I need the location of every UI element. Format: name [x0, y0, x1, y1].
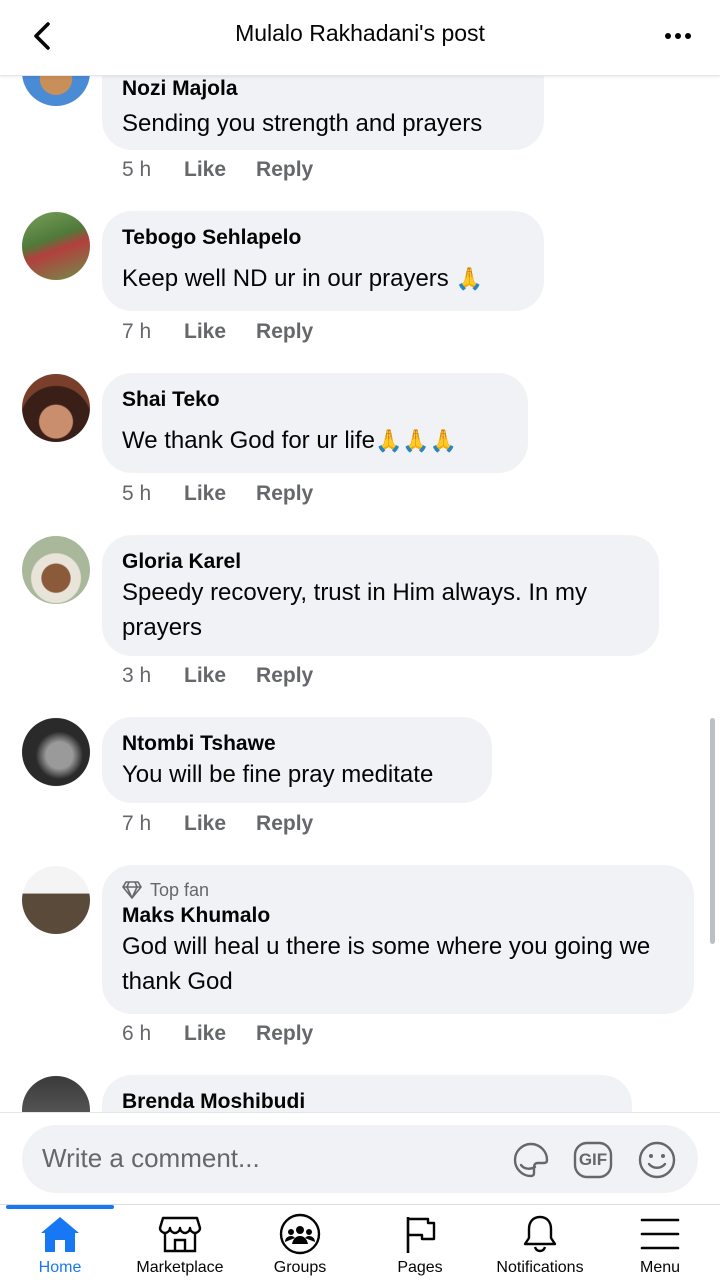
comment-text: Sending you strength and prayers [122, 110, 483, 137]
scrollbar[interactable] [710, 718, 715, 944]
tab-marketplace[interactable]: Marketplace [120, 1205, 240, 1280]
like-button[interactable]: Like [184, 1022, 226, 1046]
comment-bubble: Shai Teko We thank God for ur life🙏🙏🙏 [102, 373, 528, 473]
comment-text: Speedy recovery, trust in Him always. In… [122, 579, 588, 641]
tab-label: Notifications [496, 1259, 584, 1276]
comment-time: 7 h [122, 320, 152, 343]
comment-author[interactable]: Maks Khumalo [122, 903, 672, 929]
comment-composer: Write a comment... GIF [0, 1112, 720, 1204]
tab-label: Menu [639, 1259, 681, 1276]
avatar[interactable] [22, 1076, 90, 1112]
pray-emoji: 🙏 [455, 266, 483, 291]
comment-input-placeholder: Write a comment... [42, 1143, 260, 1173]
comment-actions: 5 h Like Reply [122, 158, 313, 182]
comment-author[interactable]: Nozi Majola [122, 76, 522, 102]
comment-time: 7 h [122, 812, 152, 835]
like-button[interactable]: Like [184, 664, 226, 688]
comment-author[interactable]: Gloria Karel [122, 549, 637, 575]
gif-icon[interactable]: GIF [572, 1139, 614, 1181]
comment-time: 5 h [122, 482, 152, 505]
bell-icon [518, 1213, 562, 1255]
tab-menu[interactable]: Menu [600, 1205, 720, 1280]
avatar[interactable] [22, 718, 90, 786]
home-icon [38, 1213, 82, 1255]
comment-text: We thank God for ur life🙏🙏🙏 [122, 427, 458, 454]
more-dots-icon [665, 33, 671, 39]
hamburger-icon [638, 1213, 682, 1255]
comment-actions: 6 h Like Reply [122, 1022, 313, 1046]
more-options-button[interactable] [658, 18, 698, 54]
pray-emoji: 🙏🙏🙏 [375, 428, 458, 453]
tab-groups[interactable]: Groups [240, 1205, 360, 1280]
reply-button[interactable]: Reply [256, 664, 313, 688]
like-button[interactable]: Like [184, 158, 226, 182]
comment-text: God will heal u there is some where you … [122, 933, 651, 995]
avatar[interactable] [22, 866, 90, 934]
marketplace-icon [158, 1213, 202, 1255]
comment-actions: 7 h Like Reply [122, 320, 313, 344]
top-bar: Mulalo Rakhadani's post [0, 0, 720, 76]
reply-button[interactable]: Reply [256, 482, 313, 506]
pages-flag-icon [398, 1213, 442, 1255]
page-title: Mulalo Rakhadani's post [235, 20, 485, 46]
comment-time: 5 h [122, 158, 152, 181]
avatar[interactable] [22, 536, 90, 604]
tab-notifications[interactable]: Notifications [480, 1205, 600, 1280]
like-button[interactable]: Like [184, 482, 226, 506]
diamond-icon [122, 881, 142, 899]
comment-actions: 5 h Like Reply [122, 482, 313, 506]
tab-label: Pages [397, 1259, 443, 1276]
groups-icon [278, 1213, 322, 1255]
comment-bubble: Tebogo Sehlapelo Keep well ND ur in our … [102, 211, 544, 311]
comment-author[interactable]: Tebogo Sehlapelo [122, 225, 522, 251]
tab-pages[interactable]: Pages [360, 1205, 480, 1280]
comment-input[interactable]: Write a comment... GIF [22, 1125, 698, 1193]
comments-list: Nozi Majola Sending you strength and pra… [0, 0, 720, 1112]
tab-home[interactable]: Home [0, 1205, 120, 1280]
comment-actions: 3 h Like Reply [122, 664, 313, 688]
comment-author[interactable]: Shai Teko [122, 387, 506, 413]
comment-bubble: Gloria Karel Speedy recovery, trust in H… [102, 535, 659, 656]
comment-author[interactable]: Ntombi Tshawe [122, 731, 470, 757]
comment-bubble: Brenda Moshibudi [102, 1075, 632, 1112]
emoji-icon[interactable] [636, 1139, 678, 1181]
tab-label: Home [38, 1259, 82, 1276]
reply-button[interactable]: Reply [256, 320, 313, 344]
top-fan-badge: Top fan [122, 879, 672, 901]
comment-text: Keep well ND ur in our prayers 🙏 [122, 265, 483, 292]
comment-text: You will be fine pray meditate [122, 761, 434, 788]
bottom-tab-bar: Home Marketplace Groups Pages Notificati… [0, 1204, 720, 1280]
sticker-icon[interactable] [510, 1139, 552, 1181]
reply-button[interactable]: Reply [256, 158, 313, 182]
comment-actions: 7 h Like Reply [122, 812, 313, 836]
tab-label: Marketplace [136, 1259, 224, 1276]
like-button[interactable]: Like [184, 320, 226, 344]
comment-bubble: Ntombi Tshawe You will be fine pray medi… [102, 717, 492, 803]
comment-time: 6 h [122, 1022, 152, 1045]
gif-label: GIF [578, 1150, 608, 1169]
reply-button[interactable]: Reply [256, 812, 313, 836]
comment-bubble: Top fan Maks Khumalo God will heal u the… [102, 865, 694, 1014]
comment-time: 3 h [122, 664, 152, 687]
avatar[interactable] [22, 374, 90, 442]
tab-label: Groups [273, 1259, 327, 1276]
comment-author[interactable]: Brenda Moshibudi [122, 1089, 610, 1112]
like-button[interactable]: Like [184, 812, 226, 836]
reply-button[interactable]: Reply [256, 1022, 313, 1046]
avatar[interactable] [22, 212, 90, 280]
